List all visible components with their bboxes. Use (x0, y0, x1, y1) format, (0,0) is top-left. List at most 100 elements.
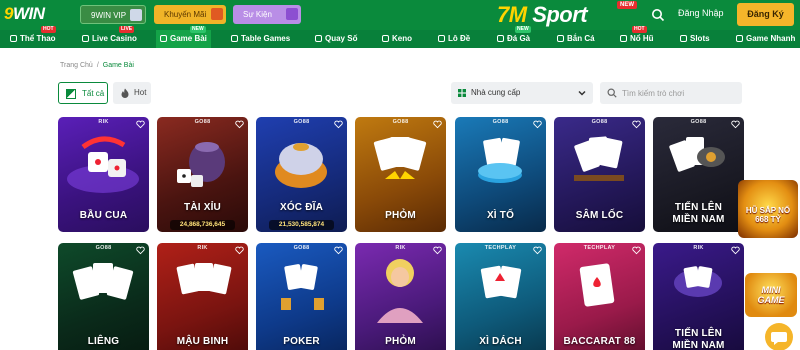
heart-icon[interactable] (334, 246, 343, 255)
game-search-input[interactable] (622, 82, 737, 104)
heart-icon[interactable] (235, 246, 244, 255)
jackpot-amount: 24,868,736,645 (170, 220, 235, 230)
nav-item-game-nhanh[interactable]: Game Nhanh (736, 30, 795, 48)
nav-label: Quay Số (325, 34, 358, 43)
nav-item-quay-so[interactable]: Quay Số (315, 30, 357, 48)
heart-icon[interactable] (632, 120, 641, 129)
casino-icon (82, 35, 89, 42)
playing-cards-art (72, 263, 134, 300)
search-icon[interactable] (651, 8, 665, 22)
game-title: TÀI XỈU (184, 202, 221, 213)
game-card-tien-len-mien-nam[interactable]: GO88 TIẾN LÊN MIỀN NAM (653, 117, 744, 232)
promotion-label: Khuyến Mãi (164, 10, 207, 19)
hot-badge: HOT (41, 26, 56, 33)
breadcrumb-current: Game Bài (102, 62, 134, 69)
register-button[interactable]: Đăng Ký (737, 3, 794, 26)
provider-dropdown[interactable]: Nhà cung cấp (451, 82, 593, 104)
logo-prefix: 9 (4, 4, 13, 23)
nav-item-live-casino[interactable]: Live Casino LIVE (82, 26, 137, 48)
filter-all-button[interactable]: Tất cả (58, 82, 108, 104)
heart-icon[interactable] (632, 246, 641, 255)
game-card-phom-rik[interactable]: RIK PHỎM (355, 243, 446, 350)
heart-icon[interactable] (235, 120, 244, 129)
game-title: PHỎM (385, 210, 416, 221)
provider-label: Nhà cung cấp (471, 88, 521, 97)
jackpot-icon (620, 35, 627, 42)
game-title: BẦU CUA (79, 210, 128, 221)
game-card-bau-cua[interactable]: RIK BẦU CUA (58, 117, 149, 232)
heart-icon[interactable] (533, 246, 542, 255)
mini-game-button[interactable]: MINI GAME (745, 273, 797, 317)
lottery-icon (315, 35, 322, 42)
game-title: TIẾN LÊN (674, 202, 723, 213)
game-card-lieng[interactable]: GO88 LIÊNG (58, 243, 149, 350)
keno-icon (382, 35, 389, 42)
jackpot-amount: 21,530,585,874 (269, 220, 334, 230)
poker-chips-art (281, 264, 324, 310)
new-badge: NEW (190, 26, 206, 33)
game-card-sam-loc[interactable]: GO88 SÂM LỐC (554, 117, 645, 232)
heart-icon[interactable] (731, 120, 740, 129)
game-title: TIẾN LÊN (674, 328, 723, 339)
chat-icon (771, 332, 787, 345)
nav-item-no-hu[interactable]: Nổ Hũ HOT (620, 26, 654, 48)
game-card-xi-dach[interactable]: TECHPLAY XÌ DÁCH (455, 243, 546, 350)
game-card-mau-binh[interactable]: RIK MẬU BINH (157, 243, 248, 350)
game-card-xi-to[interactable]: GO88 XÌ TỐ (455, 117, 546, 232)
game-card-phom[interactable]: GO88 PHỎM (355, 117, 446, 232)
game-title-line2: MIỀN NAM (672, 340, 725, 350)
nav-item-slots[interactable]: Slots (680, 30, 710, 48)
fire-icon (121, 88, 129, 98)
nav-label: Đá Gà (507, 34, 531, 43)
rocket-icon (736, 35, 743, 42)
heart-icon[interactable] (334, 120, 343, 129)
heart-icon[interactable] (136, 120, 145, 129)
breadcrumb-separator: / (96, 62, 99, 69)
7m-sport-brand[interactable]: 7M Sport (497, 2, 588, 28)
playing-cards-art (579, 263, 615, 307)
vip-promo-label: 9WIN VIP (91, 11, 127, 20)
nav-item-table-games[interactable]: Table Games (231, 30, 290, 48)
promotion-button[interactable]: Khuyến Mãi (154, 5, 226, 24)
new-badge: NEW (515, 26, 531, 33)
game-card-xoc-dia[interactable]: GO88 XÓC ĐĨA 21,530,585,874 (256, 117, 347, 232)
nav-item-lo-de[interactable]: Lô Đề (438, 30, 470, 48)
jackpot-badge-line1: HŨ SẮP NỔ (745, 206, 791, 215)
nav-item-da-ga[interactable]: Đá Gà NEW (497, 26, 531, 48)
game-title: BACCARAT 88 (563, 336, 636, 347)
nav-item-ban-ca[interactable]: Bắn Cá (557, 30, 595, 48)
filter-hot-button[interactable]: Hot (113, 82, 151, 104)
vip-promo-button[interactable]: 9WIN VIP (80, 5, 146, 24)
game-card-tai-xiu[interactable]: GO88 TÀI XỈU 24,868,736,645 (157, 117, 248, 232)
chat-support-button[interactable] (765, 323, 793, 350)
nav-label: Game Bài (170, 34, 207, 43)
chevron-down-icon (578, 90, 586, 96)
slots-icon (680, 35, 687, 42)
jackpot-floating-badge[interactable]: HŨ SẮP NỔ 668 TỶ (738, 180, 798, 238)
rooster-icon (497, 35, 504, 42)
login-button[interactable]: Đăng Nhập (678, 8, 724, 18)
nav-label: Thể Thao (20, 34, 56, 43)
game-title: XÌ TỐ (486, 210, 515, 221)
nav-item-keno[interactable]: Keno (382, 30, 412, 48)
heart-icon[interactable] (533, 120, 542, 129)
game-title: POKER (283, 336, 320, 347)
game-search-field[interactable] (600, 82, 742, 104)
heart-icon[interactable] (433, 120, 442, 129)
breadcrumb-home[interactable]: Trang Chủ (60, 62, 93, 69)
heart-icon[interactable] (136, 246, 145, 255)
game-card-poker[interactable]: GO88 POKER (256, 243, 347, 350)
game-card-tien-len-mien-nam-rik[interactable]: RIK TIẾN LÊN MIỀN NAM (653, 243, 744, 350)
event-button[interactable]: Sự Kiện (233, 5, 301, 24)
game-card-baccarat-88[interactable]: TECHPLAY BACCARAT 88 (554, 243, 645, 350)
nav-item-game-bai[interactable]: Game Bài NEW (156, 26, 211, 48)
heart-icon[interactable] (731, 246, 740, 255)
breadcrumb: Trang Chủ / Game Bài (60, 62, 134, 69)
nav-label: Bắn Cá (567, 34, 595, 43)
game-title: MẬU BINH (176, 336, 229, 347)
nav-item-the-thao[interactable]: Thể Thao HOT (10, 26, 56, 48)
brand-suffix: Sport (532, 2, 588, 27)
heart-icon[interactable] (433, 246, 442, 255)
nav-label: Nổ Hũ (630, 34, 654, 43)
site-logo[interactable]: 9WIN (4, 4, 45, 26)
